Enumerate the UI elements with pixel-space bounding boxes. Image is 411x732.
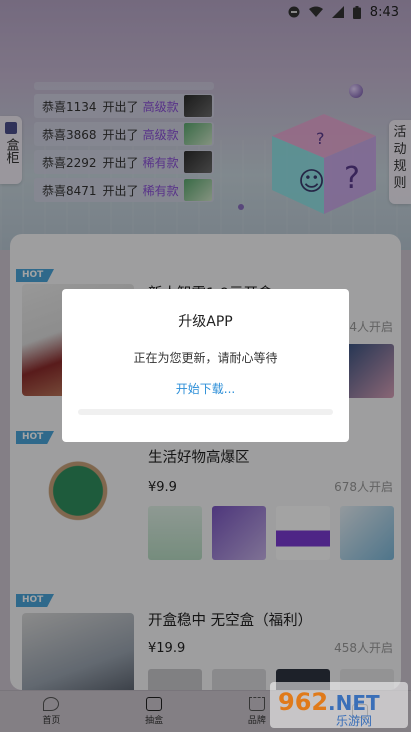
download-status: 开始下载... (175, 382, 236, 396)
dialog-title: 升级APP (178, 314, 233, 330)
dialog-message: 正在为您更新，请耐心等待 (133, 351, 278, 365)
upgrade-dialog: 升级APP 正在为您更新，请耐心等待 开始下载... (62, 289, 349, 442)
svg-text:.NET: .NET (328, 691, 380, 715)
site-watermark-logo: 962 .NET 乐游网 (270, 682, 408, 728)
svg-text:乐游网: 乐游网 (336, 714, 372, 728)
download-progress-bar (78, 409, 333, 415)
svg-text:962: 962 (278, 688, 328, 716)
